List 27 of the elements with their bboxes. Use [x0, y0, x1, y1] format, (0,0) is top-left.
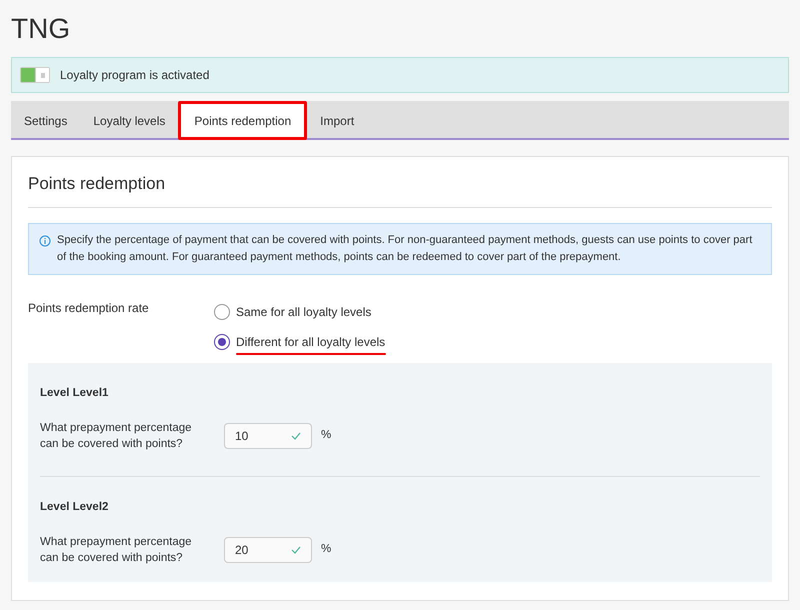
field-value: 20 [235, 542, 248, 559]
field-label: What prepayment percentage can be covered with points? [40, 535, 193, 566]
tab[interactable]: Settings [11, 101, 80, 140]
field-label: What prepayment percentage can be covered with points? [40, 420, 193, 452]
tab[interactable]: Points redemption [178, 101, 308, 140]
info-icon [39, 234, 51, 246]
toggle-switch[interactable] [20, 67, 50, 83]
check-icon [291, 432, 301, 440]
field-value: 10 [235, 428, 248, 445]
radio-button[interactable] [214, 334, 230, 350]
banner-text: Loyalty program is activated [60, 67, 210, 84]
tab[interactable]: Loyalty levels [80, 101, 178, 140]
percentage-field[interactable]: 10 [224, 422, 312, 449]
field-label: Points redemption rate [28, 300, 150, 316]
info-text: Specify the percentage of payment that can be covered with points. For non-guaranteed payment methods, guests can use points to cover part of the booking amount. For guaranteed payment methods, points can be redeemed to cover part of the prepayment. [57, 232, 754, 264]
page-title: TNG [11, 12, 72, 46]
percentage-field[interactable]: 20 [224, 537, 312, 563]
unit-label: % [321, 428, 332, 444]
tab[interactable]: Import [307, 101, 368, 140]
level-title: Level Level2 [40, 500, 110, 515]
section-title: Points redemption [28, 171, 772, 208]
radio-label[interactable]: Different for all loyalty levels [236, 332, 386, 350]
unit-label: % [321, 542, 332, 558]
level-title: Level Level1 [40, 386, 110, 400]
check-icon [291, 546, 301, 554]
radio-label[interactable]: Same for all loyalty levels [236, 302, 372, 320]
radio-button[interactable] [214, 304, 230, 320]
